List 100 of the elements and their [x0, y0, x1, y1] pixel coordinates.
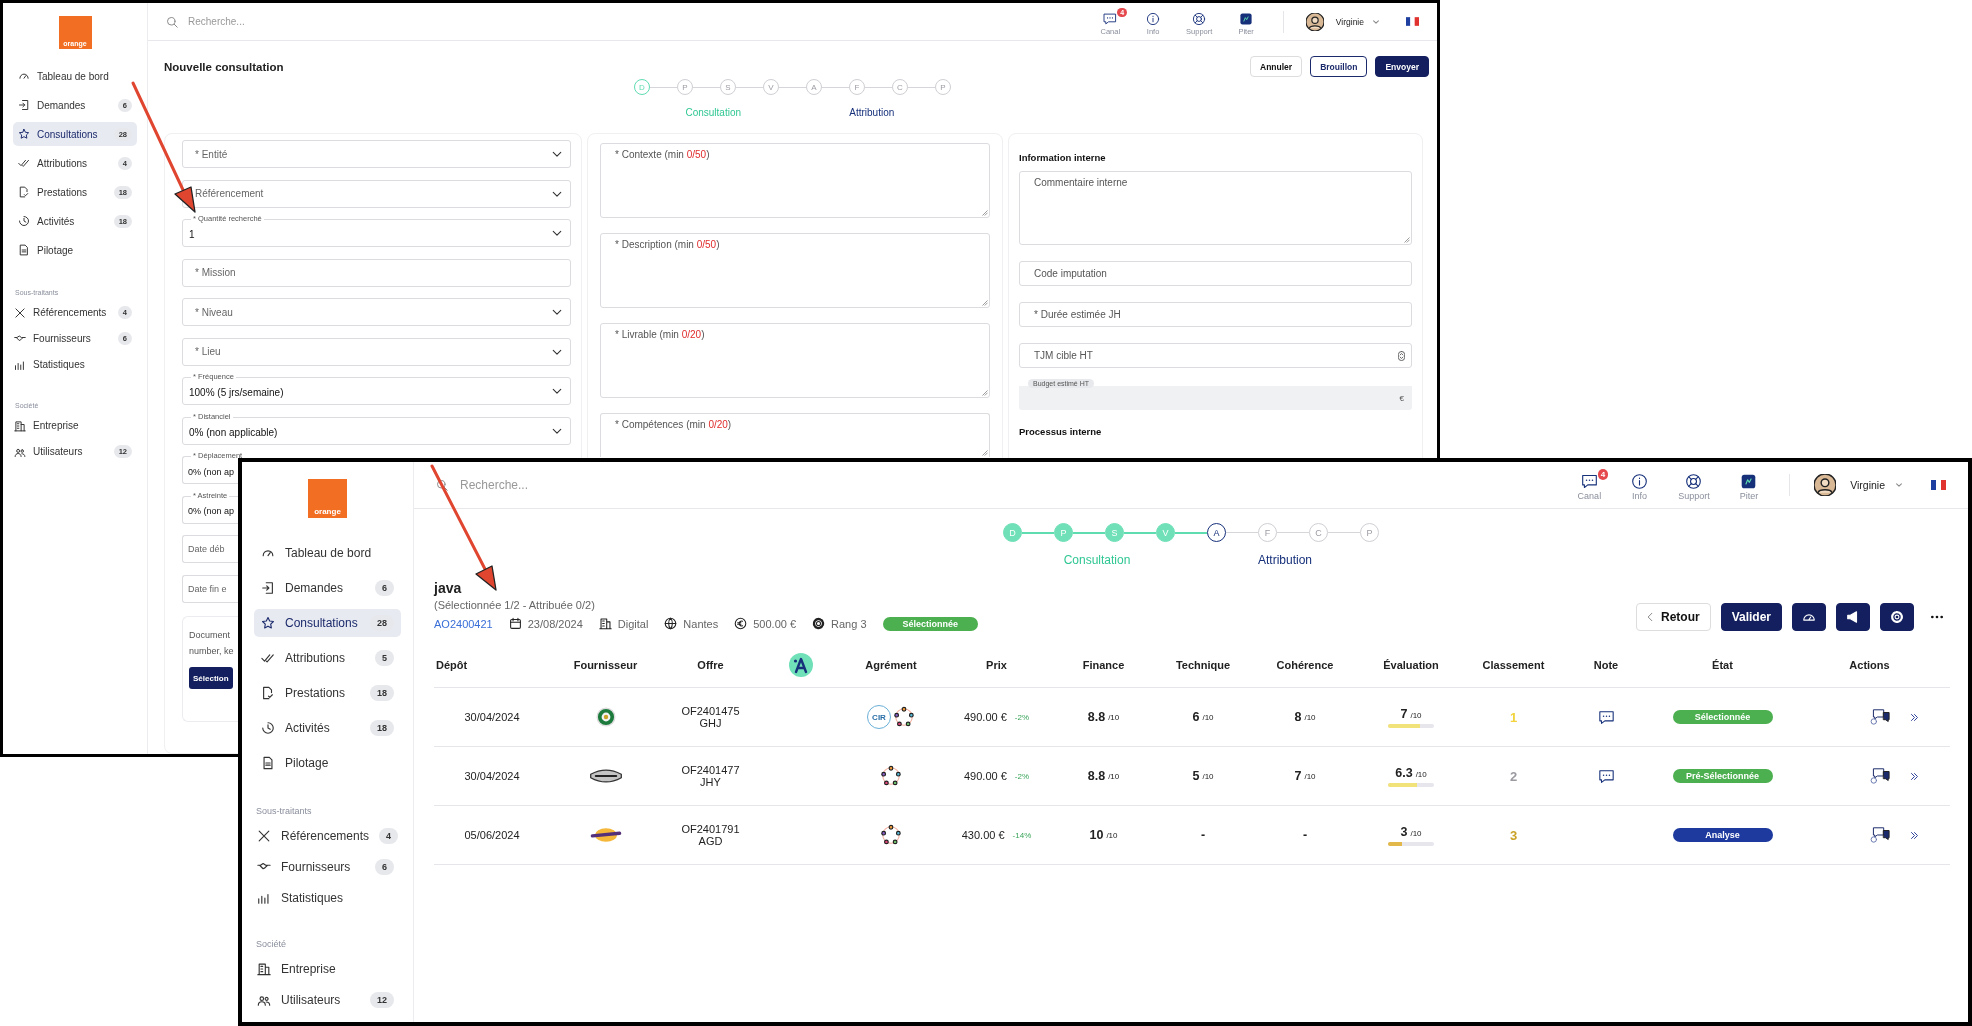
double-chevron-icon[interactable]	[1910, 830, 1919, 840]
user-name[interactable]: Virginie	[1850, 479, 1885, 491]
offer-cell-text: OF2401477 JHY	[680, 764, 741, 788]
upload-hint: Document number, ke	[189, 629, 235, 658]
section-heading: Processus interne	[1019, 426, 1103, 437]
chat-add-icon[interactable]	[1870, 826, 1892, 844]
consultation-title: java	[434, 579, 463, 596]
column-header: Offre	[696, 659, 725, 671]
toolbar-button[interactable]: Support	[1671, 469, 1717, 501]
number-field[interactable]: TJM cible HT	[1019, 343, 1412, 368]
validate-button[interactable]: Valider	[1720, 603, 1782, 631]
clock-icon	[261, 721, 275, 735]
form-field[interactable]: Référencement	[182, 179, 571, 208]
user-name[interactable]: Virginie	[1335, 16, 1364, 27]
budget-text: 500.00 €	[753, 617, 797, 630]
sidebar-item[interactable]: Statistiques	[250, 886, 401, 910]
form-field[interactable]: * Entité	[182, 140, 571, 168]
nodes-icon	[257, 829, 271, 843]
star-icon	[261, 616, 275, 630]
sidebar-item[interactable]: Pilotage	[13, 238, 137, 262]
chart-icon	[14, 358, 26, 371]
text-area[interactable]: * Livrable (min 0/20)	[600, 323, 990, 398]
euro-icon	[734, 617, 748, 630]
sidebar-item[interactable]: Utilisateurs 12	[250, 988, 401, 1012]
search-icon	[166, 15, 178, 28]
evaluation-bar	[1388, 841, 1434, 846]
column-header: Actions	[1848, 659, 1891, 671]
reference-link[interactable]: AO2400421	[434, 617, 493, 630]
double-chevron-icon[interactable]	[1910, 712, 1919, 722]
phase-label: Attribution	[1257, 553, 1313, 567]
offer-cell-text: OF2401791 AGD	[680, 823, 741, 847]
users-icon	[257, 993, 271, 1007]
score-cell-text: 8 /10	[1293, 710, 1317, 724]
avatar-icon[interactable]	[1305, 12, 1324, 31]
sidebar-item[interactable]: Activités 18	[254, 714, 401, 742]
info-icon	[1146, 11, 1161, 26]
sidebar-item[interactable]: Demandes 6	[254, 574, 401, 602]
sidebar-item[interactable]: Entreprise	[250, 957, 401, 981]
back-button[interactable]: Retour	[1635, 603, 1711, 631]
sidebar-item[interactable]: Fournisseurs 6	[250, 855, 401, 879]
price-cell-text: 490.00 € -2%	[962, 711, 1031, 723]
chevron-down-icon[interactable]	[1372, 17, 1380, 26]
sidebar-item[interactable]: Référencements 4	[250, 824, 401, 848]
sidebar-item[interactable]: Attributions 5	[254, 644, 401, 672]
double-chevron-icon[interactable]	[1910, 771, 1919, 781]
login-icon	[261, 581, 275, 595]
comment-icon[interactable]	[1597, 709, 1615, 725]
sidebar-item[interactable]: Consultations 28	[254, 609, 401, 637]
lifebuoy-icon	[1685, 473, 1703, 490]
form-field[interactable]: * Lieu	[182, 337, 571, 366]
chevron-down-icon[interactable]	[1895, 481, 1903, 489]
text-area[interactable]: * Contexte (min 0/50)	[600, 143, 990, 218]
select-button[interactable]: Sélection	[189, 667, 233, 689]
sidebar-item[interactable]: Prestations 18	[254, 679, 401, 707]
form-field[interactable]: * Niveau	[182, 298, 571, 326]
toolbar-button[interactable]: Info	[1624, 469, 1656, 501]
date-cell-text: 05/06/2024	[463, 829, 521, 841]
info-icon	[1631, 473, 1649, 490]
sidebar-item[interactable]: Tableau de bord	[13, 64, 137, 88]
form-field[interactable]: * Mission	[182, 258, 571, 287]
icon-button[interactable]	[1836, 603, 1870, 631]
sidebar-item[interactable]: Statistiques	[9, 354, 137, 375]
icon-button[interactable]	[1792, 603, 1826, 631]
input-field[interactable]: Code imputation	[1019, 261, 1412, 286]
document-icon	[18, 244, 30, 256]
icon-button[interactable]	[1880, 603, 1914, 631]
action-button[interactable]: Brouillon	[1310, 56, 1368, 77]
toolbar-button[interactable]: Piter	[1732, 469, 1766, 501]
sidebar-item[interactable]: Tableau de bord	[254, 539, 401, 567]
team-logo-icon	[588, 826, 623, 844]
more-icon[interactable]	[1930, 615, 1944, 619]
search-field[interactable]: Recherche...	[458, 477, 1561, 493]
text-area[interactable]: * Compétences (min 0/20)	[600, 413, 990, 457]
action-button[interactable]: Annuler	[1250, 56, 1303, 77]
flag-icon[interactable]	[1931, 480, 1946, 490]
chat-add-icon[interactable]	[1870, 708, 1892, 726]
phase-label: Attribution	[848, 107, 896, 118]
comment-icon[interactable]	[1597, 768, 1615, 784]
input-field[interactable]: * Durée estimée JH	[1019, 302, 1412, 327]
action-button[interactable]: Envoyer	[1375, 56, 1429, 77]
chevron-left-icon	[1646, 612, 1653, 622]
offer-cell-text: OF2401475 GHJ	[680, 705, 741, 729]
count-badge: 5	[375, 650, 394, 666]
globe-icon	[664, 617, 678, 630]
column-header: Finance	[1081, 659, 1126, 671]
sidebar-item[interactable]: Entreprise	[9, 415, 137, 436]
text-area[interactable]: Commentaire interne	[1019, 171, 1412, 245]
avatar-icon[interactable]	[1814, 474, 1837, 496]
selection-summary: (Sélectionnée 1/2 - Attribuée 0/2)	[434, 598, 596, 611]
score-cell-text: 7 /10	[1293, 769, 1317, 783]
text-area[interactable]: * Description (min 0/50)	[600, 233, 990, 308]
chat-add-icon[interactable]	[1870, 767, 1892, 785]
date-cell-text: 30/04/2024	[463, 711, 521, 723]
sidebar-item[interactable]: Pilotage	[254, 749, 401, 777]
section-title: Sous-traitants	[256, 806, 313, 816]
evaluation-score: 3 /10	[1400, 824, 1422, 839]
flag-icon[interactable]	[1406, 17, 1419, 26]
count-badge: 6	[375, 859, 394, 875]
search-field[interactable]: Recherche...	[186, 15, 1086, 28]
toolbar-button[interactable]: Canal 4	[1570, 469, 1609, 501]
